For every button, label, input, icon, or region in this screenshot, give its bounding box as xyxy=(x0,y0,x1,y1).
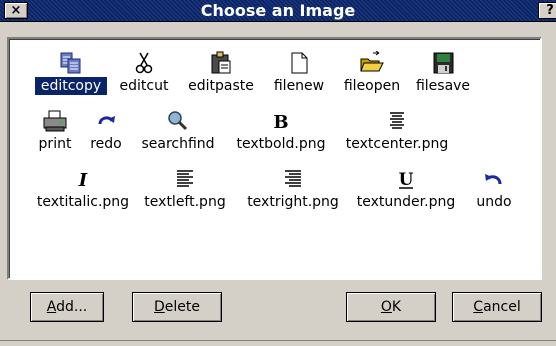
icon-item-filesave[interactable]: filesave xyxy=(411,51,475,97)
window-title: Choose an Image xyxy=(200,1,356,20)
icon-item-editcut[interactable]: editcut xyxy=(113,51,175,97)
delete-button[interactable]: Delete xyxy=(132,292,222,322)
fileopen-icon xyxy=(360,51,384,72)
undo-icon xyxy=(485,174,502,185)
filenew-icon xyxy=(291,52,308,74)
svg-text:B: B xyxy=(273,112,288,133)
add-button[interactable]: Add... xyxy=(30,292,104,322)
textright-icon xyxy=(285,170,301,187)
editcut-icon xyxy=(135,52,153,74)
svg-text:I: I xyxy=(78,170,88,191)
icon-item-textleft[interactable]: textleft.png xyxy=(137,167,233,213)
icon-item-print[interactable]: print xyxy=(35,109,75,155)
icon-label: textitalic.png xyxy=(36,194,130,210)
filesave-icon xyxy=(433,52,454,74)
cancel-button[interactable]: Cancel xyxy=(452,292,542,322)
icon-label: textunder.png xyxy=(356,194,456,210)
textunder-icon: U xyxy=(399,170,414,190)
icon-label: editcut xyxy=(119,78,169,94)
textbold-icon: B xyxy=(273,112,288,133)
window-frame-bottom xyxy=(0,340,556,346)
icon-label: textcenter.png xyxy=(345,136,449,152)
icon-label: editcopy xyxy=(35,77,107,95)
icon-item-textright[interactable]: textright.png xyxy=(241,167,345,213)
icon-label: redo xyxy=(90,136,122,152)
textcenter-icon xyxy=(390,112,404,129)
textleft-icon xyxy=(177,170,193,187)
icon-item-undo[interactable]: undo xyxy=(469,167,519,213)
icon-item-editcopy[interactable]: editcopy xyxy=(35,51,107,97)
redo-icon xyxy=(98,116,115,125)
ok-label: K xyxy=(391,299,402,315)
add-mnemonic: A xyxy=(46,299,57,315)
icon-item-textitalic[interactable]: I textitalic.png xyxy=(35,167,131,213)
cancel-mnemonic: C xyxy=(473,299,484,315)
title-bar: × Choose an Image ? xyxy=(0,0,556,22)
icon-label: searchfind xyxy=(141,136,215,152)
icon-item-editpaste[interactable]: editpaste xyxy=(181,51,261,97)
searchfind-icon xyxy=(168,111,188,131)
icon-item-textcenter[interactable]: textcenter.png xyxy=(339,109,455,155)
icon-label: undo xyxy=(476,194,512,210)
icon-label: fileopen xyxy=(343,78,401,94)
icon-label: editpaste xyxy=(188,78,254,94)
icon-label: textright.png xyxy=(247,194,339,210)
icon-label: print xyxy=(38,136,72,152)
help-button[interactable]: ? xyxy=(538,2,556,19)
icon-item-textunder[interactable]: U textunder.png xyxy=(351,167,461,213)
editpaste-icon xyxy=(211,51,231,74)
textitalic-icon: I xyxy=(78,170,88,191)
print-icon xyxy=(43,110,67,132)
image-icon-view[interactable]: editcopy editcut editpaste filenew fileo… xyxy=(7,37,542,280)
ok-mnemonic: O xyxy=(380,299,392,315)
icon-label: filesave xyxy=(415,78,471,94)
icon-label: filenew xyxy=(273,78,325,94)
icon-item-textbold[interactable]: B textbold.png xyxy=(231,109,331,155)
delete-mnemonic: D xyxy=(154,299,165,315)
icon-label: textbold.png xyxy=(236,136,326,152)
icon-item-fileopen[interactable]: fileopen xyxy=(337,51,407,97)
icon-item-searchfind[interactable]: searchfind xyxy=(135,109,221,155)
svg-text:U: U xyxy=(399,170,414,190)
add-label: dd... xyxy=(56,299,88,315)
icon-item-filenew[interactable]: filenew xyxy=(267,51,331,97)
icon-item-redo[interactable]: redo xyxy=(85,109,127,155)
cancel-label: ancel xyxy=(483,299,521,315)
ok-button[interactable]: OK xyxy=(346,292,436,322)
editcopy-icon xyxy=(60,52,81,74)
icon-label: textleft.png xyxy=(144,194,226,210)
delete-label: elete xyxy=(164,299,200,315)
